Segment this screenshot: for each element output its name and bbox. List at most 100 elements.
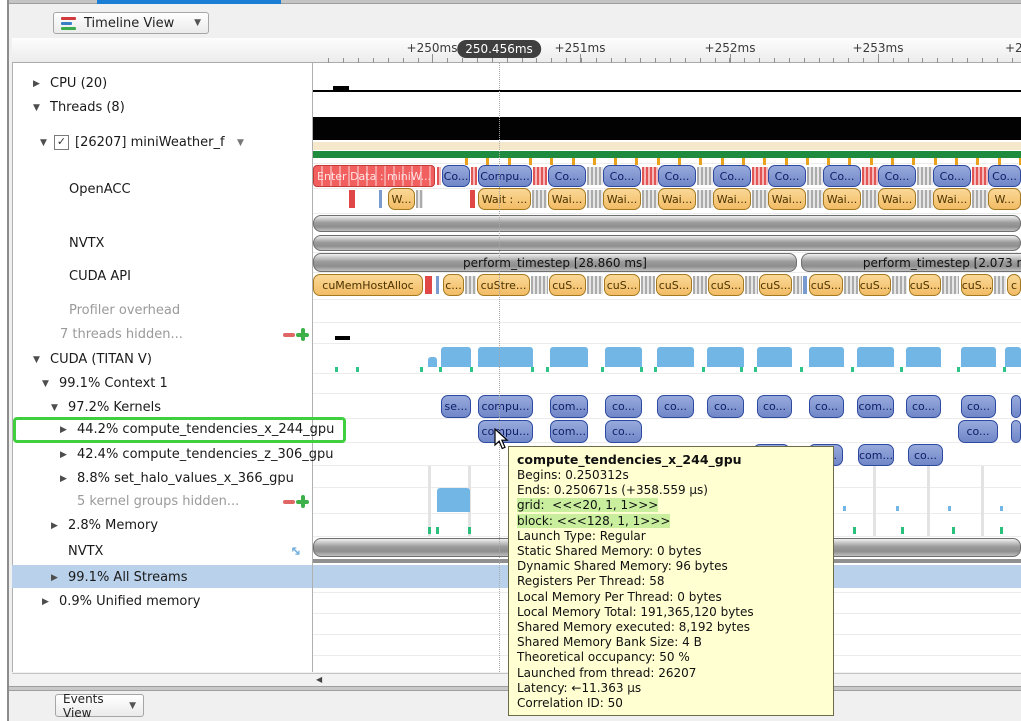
sidebar-item-kernel-z306[interactable]: ▶42.4% compute_tendencies_z_306_gpu [12,446,312,463]
event-co[interactable]: co... [605,420,642,443]
event-co[interactable]: Co... [768,165,806,187]
sidebar-item-profiler-overhead[interactable]: Profiler overhead [12,302,312,319]
event-w[interactable]: W... [988,188,1021,210]
sidebar-item-kernel-groups-hidden[interactable]: 5 kernel groups hidden... [12,493,312,510]
event-cus[interactable]: cuS... [759,274,792,296]
event-co[interactable]: co... [605,395,642,418]
event-co[interactable]: co... [961,395,996,418]
expand-row-diagonal-icon[interactable]: ↔ [286,542,306,562]
event-cus[interactable]: cuS... [708,274,744,296]
compressed-events-stripe[interactable] [1011,420,1021,443]
thread-options-caret-icon[interactable]: ▼ [237,135,244,152]
event-cus[interactable]: cuS... [809,274,843,296]
event-cus[interactable]: cuS... [549,274,586,296]
sidebar-item-thread-miniweather[interactable]: ▼✓[26207] miniWeather_f▼ [12,134,312,151]
event-co[interactable]: Co... [548,165,586,187]
event-w[interactable]: W... [388,188,415,210]
events-view-dropdown[interactable]: Events View ▼ [55,694,144,717]
sidebar-item-unified-memory[interactable]: ▶0.9% Unified memory [12,593,312,610]
event-co[interactable]: co... [958,420,998,443]
event-co[interactable]: Co... [603,165,641,187]
event-com[interactable]: com... [858,444,894,466]
event-cus[interactable]: cuS... [961,274,993,296]
event-c[interactable]: c [1007,274,1021,296]
event-co[interactable]: Co... [933,165,971,187]
event-c[interactable]: c... [443,274,464,296]
event-cus[interactable]: cuS... [604,274,640,296]
sidebar-item-threads-hidden[interactable]: 7 threads hidden... [12,326,312,343]
event-co[interactable]: Co... [988,165,1021,187]
chevron-down-icon[interactable]: ▼ [33,352,40,369]
event-perform-timestep-28-860-ms[interactable]: perform_timestep [28.860 ms] [313,253,797,272]
sidebar-item-threads[interactable]: ▼Threads (8) [12,99,312,116]
sidebar-item-nvtx[interactable]: NVTX [12,235,312,252]
event-co[interactable]: co... [908,444,943,466]
event-co[interactable]: co... [707,395,744,418]
view-selector-dropdown[interactable]: Timeline View ▼ [53,12,209,34]
event-co[interactable]: co... [657,395,694,418]
sidebar-item-context1[interactable]: ▼99.1% Context 1 [12,375,312,392]
event-com[interactable]: com... [550,420,588,443]
event-perform-timestep-2-073-ms[interactable]: perform_timestep [2.073 ms] [801,253,1021,272]
event-wai[interactable]: Wai... [823,188,861,210]
sidebar-item-cuda-device[interactable]: ▼CUDA (TITAN V) [12,351,312,368]
event-co[interactable]: Co... [823,165,861,187]
event-com[interactable]: com... [550,395,588,418]
event-wai[interactable]: Wai... [603,188,641,210]
chevron-down-icon[interactable]: ▼ [51,400,58,417]
event-se[interactable]: se... [441,395,471,418]
chevron-right-icon[interactable]: ▶ [42,594,49,611]
sidebar-item-cpu[interactable]: ▶CPU (20) [12,75,312,92]
chevron-right-icon[interactable]: ▶ [33,76,40,93]
chevron-down-icon[interactable]: ▼ [40,135,47,152]
event-co[interactable]: Co... [658,165,696,187]
hide-rows-minus-icon[interactable] [283,500,295,504]
event-co[interactable]: Co... [878,165,916,187]
hide-rows-minus-icon[interactable] [283,333,295,337]
event-cus[interactable]: cuS... [909,274,941,296]
compressed-events-stripe [587,167,603,185]
sidebar-item-kernel-sethalo[interactable]: ▶8.8% set_halo_values_x_366_gpu [12,470,312,487]
scroll-left-arrow-icon[interactable]: ◀ [316,675,322,684]
thread-visibility-checkbox[interactable]: ✓ [54,135,69,150]
show-rows-plus-icon[interactable] [296,495,309,508]
show-rows-plus-icon[interactable] [296,328,309,341]
event-co[interactable]: Co... [442,165,470,187]
event-co[interactable]: co... [809,395,844,418]
chevron-right-icon[interactable]: ▶ [51,518,58,535]
track-mark-gpu-memcpy-ticks [702,367,705,372]
event-compu[interactable]: compu... [478,395,533,418]
event-co[interactable]: Co... [713,165,751,187]
compressed-events-stripe[interactable] [313,235,1021,251]
event-wai[interactable]: Wai... [933,188,971,210]
chevron-down-icon[interactable]: ▼ [33,100,40,117]
chevron-down-icon[interactable]: ▼ [42,376,49,393]
sidebar-item-cuda-api[interactable]: CUDA API [12,268,312,285]
event-wai[interactable]: Wai... [768,188,806,210]
event-custre[interactable]: cuStre... [477,274,530,296]
sidebar-item-memory[interactable]: ▶2.8% Memory [12,517,312,534]
chevron-right-icon[interactable]: ▶ [51,570,58,587]
sidebar-item-kernels[interactable]: ▼97.2% Kernels [12,399,312,416]
event-wait[interactable]: Wait : ... [478,188,531,210]
event-co[interactable]: co... [906,395,941,418]
event-co[interactable]: co... [757,395,792,418]
track-mark-kernel-groups-hidden-marks [948,506,951,511]
compressed-events-stripe[interactable] [313,215,1021,232]
sidebar-item-all-streams[interactable]: ▶99.1% All Streams [12,569,312,586]
event-wai[interactable]: Wai... [878,188,916,210]
event-enter-data-miniw[interactable]: Enter Data : miniW... [313,165,435,187]
event-com[interactable]: com... [857,395,894,418]
event-cus[interactable]: cuS... [859,274,891,296]
compressed-events-stripe[interactable] [1011,395,1021,418]
chevron-right-icon[interactable]: ▶ [60,471,67,488]
event-wai[interactable]: Wai... [658,188,696,210]
event-cus[interactable]: cuS... [656,274,692,296]
event-cumemhostalloc[interactable]: cuMemHostAlloc [313,274,423,296]
event-wai[interactable]: Wai... [548,188,586,210]
event-compu[interactable]: Compu... [478,165,532,187]
sidebar-item-nvtx-gpu[interactable]: NVTX↔ [12,543,312,560]
event-wai[interactable]: Wai... [713,188,751,210]
chevron-right-icon[interactable]: ▶ [60,447,67,464]
sidebar-item-openacc[interactable]: OpenACC [12,181,312,198]
